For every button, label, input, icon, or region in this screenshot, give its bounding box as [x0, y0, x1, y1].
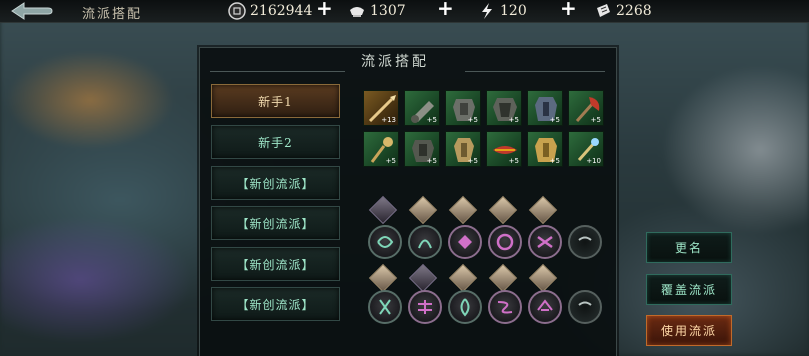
add-stamina-button[interactable]: +	[560, 0, 580, 22]
character-skill-slot[interactable]	[408, 290, 442, 324]
silver-resource: 1307	[348, 0, 406, 22]
ticket-icon	[594, 2, 612, 20]
swirl-icon	[458, 235, 472, 249]
swirl-icon	[537, 235, 553, 249]
swirl-icon	[418, 239, 432, 249]
equipment-slot[interactable]: +5	[404, 90, 440, 126]
empty-skill-slot[interactable]	[568, 290, 602, 324]
character-skill-slot[interactable]	[448, 290, 482, 324]
overwrite-label: 覆盖流派	[660, 283, 717, 297]
character-skill-slot[interactable]	[368, 290, 402, 324]
swirl-icon	[497, 301, 513, 314]
swirl-icon	[379, 299, 391, 315]
swirl-icon	[418, 300, 432, 314]
stamina-value: 120	[500, 3, 527, 19]
equipment-slot[interactable]: +5	[363, 131, 399, 167]
tab-loadout-2[interactable]: 新手2	[211, 125, 340, 159]
equipment-slot[interactable]: +5	[527, 131, 563, 167]
silver-ingot-icon	[348, 2, 366, 20]
use-loadout-button[interactable]: 使用流派	[646, 315, 732, 346]
tab-label: 【新创流派】	[236, 297, 315, 312]
equipment-level: +10	[586, 157, 601, 165]
character-skill-slot[interactable]	[528, 290, 562, 324]
silver-value: 1307	[370, 3, 406, 19]
add-silver-button[interactable]: +	[437, 0, 457, 22]
plus-icon: +	[316, 0, 333, 20]
equipment-level: +5	[549, 116, 560, 124]
back-button[interactable]	[8, 1, 54, 21]
equipment-level: +5	[385, 157, 396, 165]
plus-icon: +	[437, 0, 454, 20]
back-arrow-icon	[11, 2, 53, 20]
ticket-value: 2268	[616, 3, 652, 19]
tab-label: 【新创流派】	[236, 176, 315, 191]
tab-loadout-1[interactable]: 新手1	[211, 84, 340, 118]
empty-slot-icon	[578, 236, 592, 241]
panel-title: 流派搭配	[361, 54, 429, 70]
page-title: 流派搭配	[82, 7, 143, 22]
ticket-resource: 2268	[594, 0, 652, 22]
equipment-level: +13	[381, 116, 396, 124]
character-skill-slot[interactable]	[488, 225, 522, 259]
top-bar: 流派搭配 2162944 + 1307 + 120 + 2268	[0, 0, 809, 23]
character-skill-slot[interactable]	[448, 225, 482, 259]
title-divider-right	[465, 71, 605, 72]
swirl-icon	[496, 233, 514, 251]
character-skill-slot[interactable]	[408, 225, 442, 259]
tab-label: 新手2	[258, 135, 293, 150]
equipment-level: +5	[508, 116, 519, 124]
tab-label: 新手1	[258, 94, 293, 109]
tab-new-loadout-2[interactable]: 【新创流派】	[211, 206, 340, 240]
equipment-slot[interactable]: +5	[486, 131, 522, 167]
tab-new-loadout-4[interactable]: 【新创流派】	[211, 287, 340, 321]
tab-new-loadout-1[interactable]: 【新创流派】	[211, 166, 340, 200]
coin-icon	[228, 2, 246, 20]
equipment-level: +5	[467, 157, 478, 165]
equipment-slot[interactable]: +5	[445, 90, 481, 126]
equipment-level: +5	[426, 116, 437, 124]
stamina-resource: 120	[478, 0, 527, 22]
rename-label: 更名	[674, 241, 703, 255]
swirl-icon	[460, 298, 470, 317]
character-skill-slot[interactable]	[528, 225, 562, 259]
empty-slot-icon	[578, 301, 592, 306]
character-skill-slot[interactable]	[488, 290, 522, 324]
rename-button[interactable]: 更名	[646, 232, 732, 263]
equipment-slot[interactable]: +13	[363, 90, 399, 126]
tab-new-loadout-3[interactable]: 【新创流派】	[211, 247, 340, 281]
equipment-slot[interactable]: +10	[568, 131, 604, 167]
overwrite-loadout-button[interactable]: 覆盖流派	[646, 274, 732, 305]
use-label: 使用流派	[660, 324, 717, 338]
equipment-level: +5	[590, 116, 601, 124]
character-skill-slot[interactable]	[368, 225, 402, 259]
equipment-slot[interactable]: +5	[568, 90, 604, 126]
equipment-level: +5	[467, 116, 478, 124]
swirl-icon	[537, 299, 553, 311]
equipment-level: +5	[426, 157, 437, 165]
add-coin-button[interactable]: +	[316, 0, 336, 22]
tab-label: 【新创流派】	[236, 257, 315, 272]
equipment-level: +5	[549, 157, 560, 165]
lightning-icon	[478, 2, 496, 20]
empty-skill-slot[interactable]	[568, 225, 602, 259]
title-divider-left	[210, 71, 345, 72]
coin-value: 2162944	[250, 3, 313, 19]
equipment-level: +5	[508, 157, 519, 165]
equipment-slot[interactable]: +5	[527, 90, 563, 126]
tab-label: 【新创流派】	[236, 216, 315, 231]
equipment-slot[interactable]: +5	[445, 131, 481, 167]
swirl-icon	[377, 236, 394, 248]
plus-icon: +	[560, 0, 577, 20]
equipment-slot[interactable]: +5	[404, 131, 440, 167]
coin-resource: 2162944	[228, 0, 312, 22]
equipment-slot[interactable]: +5	[486, 90, 522, 126]
